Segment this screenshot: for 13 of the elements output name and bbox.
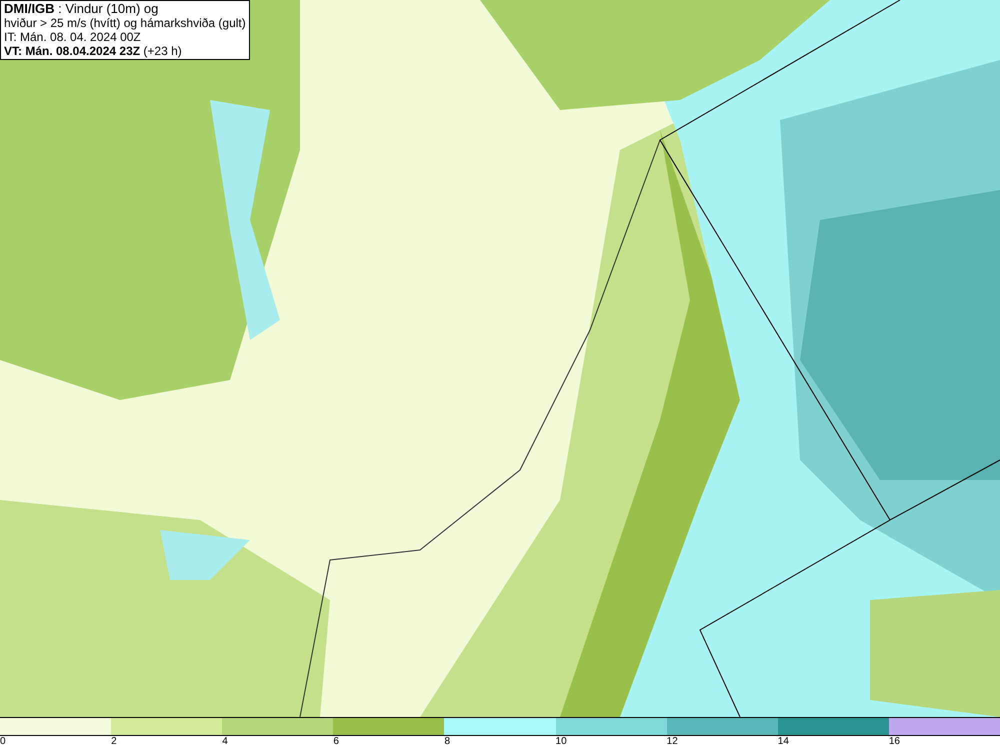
tick-label: 10 [556,736,568,747]
tick-label: 0 [0,736,7,747]
tick-label: 4 [222,736,229,747]
tick-label: 2 [111,736,118,747]
tick-label: 12 [666,736,679,747]
tick-label: 16 [888,736,901,747]
title-line: hviður > 25 m/s (hvítt) og hámarkshviða (gult) [4,16,246,30]
title-line: IT: Mán. 08. 04. 2024 00Z [4,30,142,44]
tick-label: 8 [444,736,451,747]
title-line: DMI/IGB : Vindur (10m) og [4,2,160,16]
tick-label: 6 [333,736,340,747]
title-line: VT: Mán. 08.04.2024 23Z (+23 h) [4,44,183,58]
tick-label: 14 [778,736,790,747]
